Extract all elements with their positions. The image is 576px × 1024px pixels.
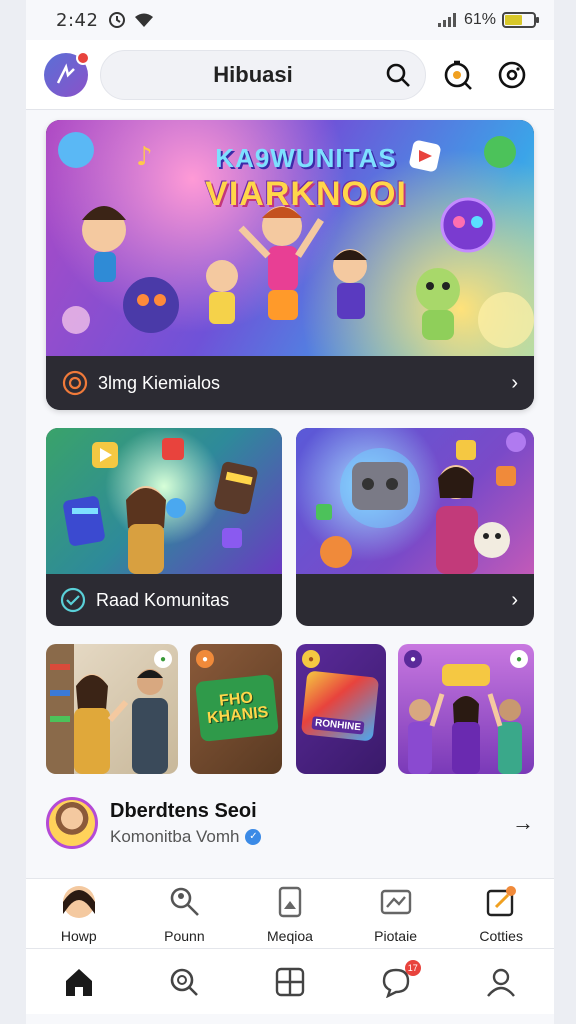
notification-dot [76, 50, 90, 65]
hero-illustration: ♪ KA9WUNITAS VIARKNOOI [46, 120, 534, 356]
chevron-right-icon: › [511, 588, 518, 611]
community-icon [62, 370, 88, 396]
profile-subtitle-text: Komonitba Vomh [110, 826, 240, 846]
profile-icon [487, 968, 516, 997]
category-label: Cotties [479, 928, 523, 944]
chat-badge: 17 [404, 959, 421, 976]
search-query: Hibuasi [213, 61, 293, 87]
suggested-profile[interactable]: Dberdtens Seoi Komonitba Vomh ✓ → [26, 790, 554, 856]
svg-text:♪: ♪ [136, 142, 153, 172]
hero-footer: 3lmg Kiemialos › [46, 356, 534, 410]
battery-level [505, 15, 522, 25]
tile-online[interactable]: RONHINE ● [296, 644, 386, 774]
home-icon [65, 968, 92, 996]
card-footer: Raad Komunitas [46, 574, 282, 626]
card-illustration [296, 428, 534, 574]
profile-subtitle: Komonitba Vomh ✓ [110, 826, 262, 847]
tile-badge: ● [510, 650, 528, 668]
card-illustration [46, 428, 282, 574]
nav-chat[interactable]: 17 [343, 959, 449, 998]
chevron-right-icon: › [511, 371, 518, 394]
user-avatar-icon [59, 882, 99, 922]
tile-games[interactable]: FHO KHANIS ● [190, 644, 282, 774]
search-icon [171, 968, 199, 996]
arrow-right-icon[interactable]: → [512, 810, 534, 836]
tile-badge: ● [404, 650, 422, 668]
category-edit[interactable]: Cotties [448, 879, 554, 948]
category-search[interactable]: Pounn [132, 879, 238, 948]
community-card-games[interactable]: › [296, 428, 534, 626]
battery-percent: 61% [463, 11, 496, 28]
category-bar: Howp Pounn Meqioa Piotaie Cotties [26, 878, 554, 948]
wifi-icon [135, 13, 154, 27]
camera-icon [498, 61, 526, 88]
hero-title: KA9WUNITAS VIARKNOOI [176, 140, 436, 212]
tile-badge: ● [154, 650, 172, 668]
hero-title-line1: KA9WUNITAS [215, 143, 397, 173]
edit-icon [481, 882, 521, 922]
search-person-icon [164, 882, 204, 922]
category-label: Pounn [164, 928, 205, 944]
tile-row: ● FHO KHANIS ● RONHINE ● ● ● [46, 644, 534, 774]
scan-button[interactable] [436, 53, 480, 97]
tile-badge: ● [196, 650, 214, 668]
tile-badge: ● [302, 650, 320, 668]
category-picture[interactable]: Piotaie [343, 879, 449, 948]
category-label: Piotaie [374, 928, 417, 944]
app-screen: 2:42 61% Hibuasi ♪ KA9WUNITAS VIARKNOOI … [26, 0, 554, 1024]
nav-home[interactable] [26, 966, 132, 998]
card-footer: › [296, 574, 532, 626]
hero-banner[interactable]: ♪ KA9WUNITAS VIARKNOOI 3lmg Kiemialos › [46, 120, 534, 410]
category-label: Meqioa [267, 928, 313, 944]
tile-caption: FHO KHANIS [206, 689, 270, 728]
status-bar: 2:42 61% [26, 0, 554, 40]
logo-icon [56, 62, 75, 84]
top-bar: Hibuasi [26, 40, 554, 110]
category-home[interactable]: Howp [26, 879, 132, 948]
search-icon[interactable] [385, 62, 411, 88]
tile-party[interactable]: ● ● [398, 644, 534, 774]
category-label: Howp [60, 928, 97, 944]
picture-icon [376, 882, 416, 922]
profile-avatar-button[interactable] [44, 50, 90, 97]
status-time: 2:42 [56, 9, 99, 31]
check-circle-icon [60, 587, 86, 613]
search-field[interactable]: Hibuasi [100, 49, 426, 100]
profile-name: Dberdtens Seoi [110, 799, 257, 822]
verified-icon: ✓ [245, 828, 262, 845]
avatar [46, 797, 98, 849]
nav-search[interactable] [132, 966, 238, 998]
settings-button[interactable] [490, 53, 534, 97]
signal-icon [437, 13, 456, 27]
hero-title-line2: VIARKNOOI [205, 175, 407, 213]
tile-game-card: RONHINE [300, 670, 380, 742]
tile-caption: RONHINE [311, 716, 365, 735]
category-media[interactable]: Meqioa [237, 879, 343, 948]
media-icon [270, 882, 310, 922]
tile-game-card: FHO KHANIS [195, 674, 279, 742]
profile-text: Dberdtens Seoi Komonitba Vomh ✓ [110, 799, 262, 847]
add-icon [275, 967, 305, 996]
sync-icon [109, 12, 126, 28]
tile-friends[interactable]: ● [46, 644, 178, 774]
bottom-navigation: 17 [26, 948, 554, 1014]
community-card-read[interactable]: Raad Komunitas [46, 428, 282, 626]
battery-icon [502, 12, 539, 28]
feed: ♪ KA9WUNITAS VIARKNOOI 3lmg Kiemialos › … [26, 110, 554, 878]
nav-profile[interactable] [448, 966, 554, 998]
nav-add[interactable] [237, 966, 343, 998]
card-label: Raad Komunitas [96, 589, 230, 610]
hero-footer-label: 3lmg Kiemialos [98, 372, 221, 393]
scan-icon [444, 60, 472, 90]
